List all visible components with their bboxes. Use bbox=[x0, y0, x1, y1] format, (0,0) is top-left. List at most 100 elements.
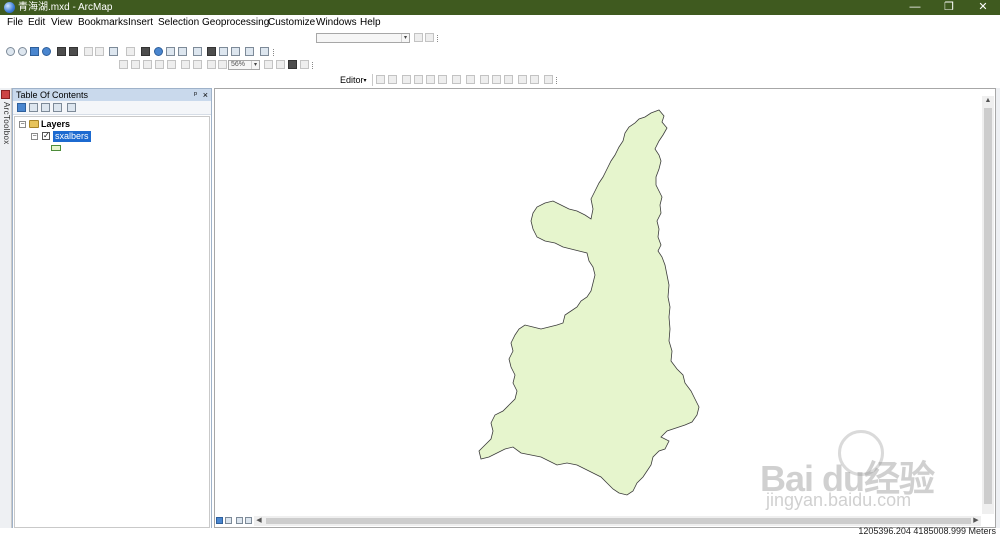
layout-fixed-zoom-out-icon[interactable] bbox=[193, 60, 202, 69]
layer-name-sxalbers[interactable]: sxalbers bbox=[53, 131, 91, 142]
point-icon[interactable] bbox=[438, 75, 447, 84]
change-layout-icon[interactable] bbox=[288, 60, 297, 69]
menu-view[interactable]: View bbox=[51, 16, 73, 30]
toc-options-icon[interactable] bbox=[67, 103, 76, 112]
trace-icon[interactable] bbox=[426, 75, 435, 84]
arctoolbox-icon[interactable] bbox=[1, 90, 10, 99]
list-by-visibility-icon[interactable] bbox=[41, 103, 50, 112]
data-view-icon[interactable] bbox=[216, 517, 223, 524]
hyperlink-icon[interactable] bbox=[166, 47, 175, 56]
go-to-xy-icon[interactable] bbox=[231, 47, 240, 56]
toolbar-grip[interactable] bbox=[437, 35, 440, 42]
list-by-selection-icon[interactable] bbox=[53, 103, 62, 112]
close-icon[interactable]: × bbox=[203, 89, 208, 101]
straight-segment-icon[interactable] bbox=[402, 75, 411, 84]
vertical-scroll-thumb[interactable] bbox=[984, 108, 992, 504]
layout-full-page-icon[interactable] bbox=[155, 60, 164, 69]
menu-customize[interactable]: Customize bbox=[268, 16, 315, 30]
cut-polygons-icon[interactable] bbox=[480, 75, 489, 84]
scroll-right-icon[interactable]: ▶ bbox=[971, 516, 981, 526]
pan-hand-icon[interactable] bbox=[30, 47, 39, 56]
layout-fixed-zoom-in-icon[interactable] bbox=[181, 60, 190, 69]
menu-geoprocessing[interactable]: Geoprocessing bbox=[202, 16, 269, 30]
select-features-icon[interactable] bbox=[109, 47, 118, 56]
chevron-down-icon[interactable]: ▾ bbox=[251, 61, 259, 69]
refresh-view-icon[interactable] bbox=[236, 517, 243, 524]
layout-view-icon[interactable] bbox=[225, 517, 232, 524]
fixed-zoom-in-icon[interactable] bbox=[57, 47, 66, 56]
html-popup-icon[interactable] bbox=[178, 47, 187, 56]
layers-root-label[interactable]: Layers bbox=[41, 119, 70, 130]
clear-selection-icon[interactable] bbox=[126, 47, 135, 56]
map-vertical-scrollbar[interactable]: ▲ bbox=[982, 96, 994, 514]
time-slider-icon[interactable] bbox=[245, 47, 254, 56]
find-route-icon[interactable] bbox=[219, 47, 228, 56]
list-by-drawing-order-icon[interactable] bbox=[17, 103, 26, 112]
layer-visibility-checkbox[interactable]: ✓ bbox=[42, 132, 50, 140]
attributes-icon[interactable] bbox=[518, 75, 527, 84]
menu-edit[interactable]: Edit bbox=[28, 16, 45, 30]
select-elements-arrow-icon[interactable] bbox=[141, 47, 150, 56]
edit-annotation-icon[interactable] bbox=[388, 75, 397, 84]
arctoolbox-dock-strip[interactable]: ArcToolbox bbox=[0, 88, 12, 536]
toggle-draft-mode-icon[interactable] bbox=[264, 60, 273, 69]
fixed-zoom-out-icon[interactable] bbox=[69, 47, 78, 56]
zoom-in-icon[interactable] bbox=[6, 47, 15, 56]
standard-tool-icon-2[interactable] bbox=[425, 33, 434, 42]
menu-bookmarks[interactable]: Bookmarks bbox=[78, 16, 128, 30]
province-polygon[interactable] bbox=[478, 109, 700, 496]
collapse-layer-icon[interactable]: − bbox=[31, 133, 38, 140]
collapse-layers-icon[interactable]: − bbox=[19, 121, 26, 128]
split-icon[interactable] bbox=[492, 75, 501, 84]
chevron-down-icon[interactable]: ▾ bbox=[401, 34, 409, 42]
table-of-contents-panel: Table Of Contents ᵖ × − Layers − ✓ sxalb… bbox=[12, 88, 212, 530]
menu-insert[interactable]: Insert bbox=[128, 16, 153, 30]
layer-symbol-swatch[interactable] bbox=[51, 145, 61, 151]
focus-data-frame-icon[interactable] bbox=[276, 60, 285, 69]
edit-tool-icon[interactable] bbox=[376, 75, 385, 84]
layout-zoom-out-icon[interactable] bbox=[131, 60, 140, 69]
menu-file[interactable]: File bbox=[7, 16, 23, 30]
find-binoculars-icon[interactable] bbox=[207, 47, 216, 56]
menu-help[interactable]: Help bbox=[360, 16, 381, 30]
restore-button[interactable]: ❐ bbox=[932, 0, 966, 15]
toolbar-grip[interactable] bbox=[273, 49, 276, 56]
toolbar-grip[interactable] bbox=[556, 77, 559, 84]
pause-drawing-icon[interactable] bbox=[245, 517, 252, 524]
layout-pan-icon[interactable] bbox=[143, 60, 152, 69]
arctoolbox-tab-label[interactable]: ArcToolbox bbox=[2, 102, 11, 145]
data-driven-pages-icon[interactable] bbox=[300, 60, 309, 69]
rotate-icon[interactable] bbox=[504, 75, 513, 84]
layout-zoom-100-icon[interactable] bbox=[167, 60, 176, 69]
scale-combo[interactable]: ▾ bbox=[316, 33, 410, 43]
sketch-properties-icon[interactable] bbox=[530, 75, 539, 84]
create-features-icon[interactable] bbox=[544, 75, 553, 84]
right-dock-strip[interactable] bbox=[996, 88, 1000, 528]
layout-zoom-in-icon[interactable] bbox=[119, 60, 128, 69]
pin-icon[interactable]: ᵖ bbox=[194, 89, 197, 101]
scroll-up-icon[interactable]: ▲ bbox=[982, 96, 994, 106]
menu-bar: File Edit View Bookmarks Insert Selectio… bbox=[0, 15, 1000, 31]
close-button[interactable]: ✕ bbox=[966, 0, 1000, 15]
minimize-button[interactable]: — bbox=[898, 0, 932, 15]
standard-tool-icon-1[interactable] bbox=[414, 33, 423, 42]
full-extent-globe-icon[interactable] bbox=[42, 47, 51, 56]
editor-menu-button[interactable]: Editor▾ bbox=[340, 74, 367, 87]
list-by-source-icon[interactable] bbox=[29, 103, 38, 112]
forward-extent-icon[interactable] bbox=[95, 47, 104, 56]
identify-icon[interactable] bbox=[154, 47, 163, 56]
end-point-arc-icon[interactable] bbox=[414, 75, 423, 84]
menu-windows[interactable]: Windows bbox=[316, 16, 357, 30]
scroll-left-icon[interactable]: ◀ bbox=[254, 516, 264, 526]
create-viewer-window-icon[interactable] bbox=[260, 47, 269, 56]
toolbar-grip[interactable] bbox=[312, 62, 315, 69]
reshape-icon[interactable] bbox=[466, 75, 475, 84]
back-extent-icon[interactable] bbox=[84, 47, 93, 56]
zoom-out-icon[interactable] bbox=[18, 47, 27, 56]
measure-icon[interactable] bbox=[193, 47, 202, 56]
menu-selection[interactable]: Selection bbox=[158, 16, 199, 30]
layout-forward-icon[interactable] bbox=[218, 60, 227, 69]
layout-back-icon[interactable] bbox=[207, 60, 216, 69]
zoom-percent-combo[interactable]: 56% ▾ bbox=[228, 60, 260, 70]
edit-vertices-icon[interactable] bbox=[452, 75, 461, 84]
